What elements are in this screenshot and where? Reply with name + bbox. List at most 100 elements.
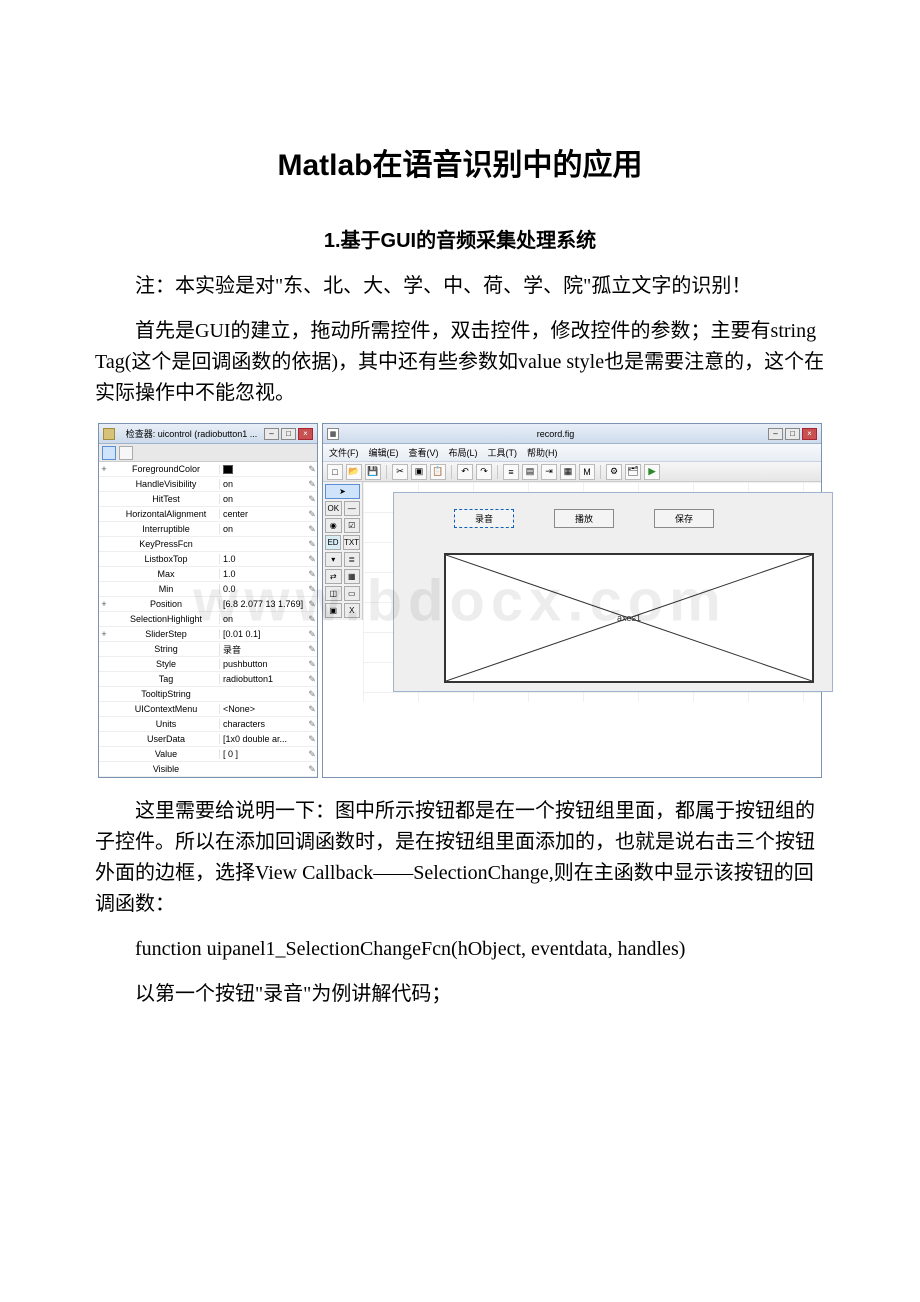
property-row[interactable]: HandleVisibilityon✎ <box>99 477 317 492</box>
cut-icon[interactable]: ✂ <box>392 464 408 480</box>
edit-pencil-icon[interactable]: ✎ <box>307 674 317 685</box>
slider-tool-icon[interactable]: — <box>344 501 361 516</box>
property-row[interactable]: Unitscharacters✎ <box>99 717 317 732</box>
edit-pencil-icon[interactable]: ✎ <box>307 689 317 700</box>
menu-edit[interactable]: 编辑(E) <box>369 446 399 459</box>
new-icon[interactable]: □ <box>327 464 343 480</box>
minimize-icon[interactable]: – <box>264 428 279 440</box>
menu-view[interactable]: 查看(V) <box>409 446 439 459</box>
property-row[interactable]: UserData[1x0 double ar...✎ <box>99 732 317 747</box>
property-value[interactable]: on <box>219 524 307 534</box>
menu-help[interactable]: 帮助(H) <box>527 446 558 459</box>
property-value[interactable]: [0.01 0.1] <box>219 629 307 639</box>
minimize-icon[interactable]: – <box>768 428 783 440</box>
property-value[interactable]: <None> <box>219 704 307 714</box>
buttongroup-tool-icon[interactable]: ▣ <box>325 603 342 618</box>
edit-pencil-icon[interactable]: ✎ <box>307 509 317 520</box>
property-value[interactable]: 1.0 <box>219 569 307 579</box>
popup-tool-icon[interactable]: ▾ <box>325 552 342 567</box>
button-group[interactable]: 录音 播放 保存 <box>454 509 714 528</box>
edit-pencil-icon[interactable]: ✎ <box>307 524 317 535</box>
m-file-icon[interactable]: M <box>579 464 595 480</box>
listbox-tool-icon[interactable]: ≣ <box>344 552 361 567</box>
property-row[interactable]: Stylepushbutton✎ <box>99 657 317 672</box>
property-row[interactable]: Max1.0✎ <box>99 567 317 582</box>
edit-pencil-icon[interactable]: ✎ <box>307 749 317 760</box>
property-value[interactable]: radiobutton1 <box>219 674 307 684</box>
radiobutton-tool-icon[interactable]: ◉ <box>325 518 342 533</box>
axes-tool-icon[interactable]: ◫ <box>325 586 342 601</box>
edit-pencil-icon[interactable]: ✎ <box>307 659 317 670</box>
panel-tool-icon[interactable]: ▭ <box>344 586 361 601</box>
close-icon[interactable]: × <box>802 428 817 440</box>
property-row[interactable]: Value[ 0 ]✎ <box>99 747 317 762</box>
property-row[interactable]: +SliderStep[0.01 0.1]✎ <box>99 627 317 642</box>
property-row[interactable]: UIContextMenu<None>✎ <box>99 702 317 717</box>
edit-tool-icon[interactable]: ED <box>325 535 341 550</box>
property-value[interactable]: [1x0 double ar... <box>219 734 307 744</box>
undo-icon[interactable]: ↶ <box>457 464 473 480</box>
tab-order-icon[interactable]: ⇥ <box>541 464 557 480</box>
property-row[interactable]: Visible✎ <box>99 762 317 777</box>
select-tool-icon[interactable]: ➤ <box>325 484 360 499</box>
toolbar-cat-sort-icon[interactable] <box>102 446 116 460</box>
property-row[interactable]: +Position[6.8 2.077 13 1.769]✎ <box>99 597 317 612</box>
figure-canvas[interactable]: 录音 播放 保存 axes1 <box>363 482 821 620</box>
edit-pencil-icon[interactable]: ✎ <box>307 629 317 640</box>
close-icon[interactable]: × <box>298 428 313 440</box>
property-row[interactable]: Interruptibleon✎ <box>99 522 317 537</box>
redo-icon[interactable]: ↷ <box>476 464 492 480</box>
property-row[interactable]: TooltipString✎ <box>99 687 317 702</box>
property-value[interactable]: 录音 <box>219 643 307 656</box>
color-swatch-icon[interactable] <box>223 465 233 474</box>
table-tool-icon[interactable]: ▦ <box>344 569 361 584</box>
text-tool-icon[interactable]: TXT <box>343 535 360 550</box>
property-value[interactable]: on <box>219 479 307 489</box>
edit-pencil-icon[interactable]: ✎ <box>307 719 317 730</box>
menu-layout[interactable]: 布局(L) <box>449 446 478 459</box>
property-row[interactable]: Min0.0✎ <box>99 582 317 597</box>
run-icon[interactable]: ▶ <box>644 464 660 480</box>
property-row[interactable]: String录音✎ <box>99 642 317 657</box>
save-button[interactable]: 保存 <box>654 509 714 528</box>
edit-pencil-icon[interactable]: ✎ <box>307 764 317 775</box>
property-row[interactable]: SelectionHighlighton✎ <box>99 612 317 627</box>
edit-pencil-icon[interactable]: ✎ <box>307 704 317 715</box>
record-button[interactable]: 录音 <box>454 509 514 528</box>
axes-component[interactable]: axes1 <box>444 553 814 683</box>
property-row[interactable]: +ForegroundColor✎ <box>99 462 317 477</box>
toolbar-editor-icon[interactable]: ▦ <box>560 464 576 480</box>
toggle-tool-icon[interactable]: ⇄ <box>325 569 342 584</box>
property-row[interactable]: KeyPressFcn✎ <box>99 537 317 552</box>
property-value[interactable]: pushbutton <box>219 659 307 669</box>
toolbar-az-sort-icon[interactable] <box>119 446 133 460</box>
edit-pencil-icon[interactable]: ✎ <box>307 569 317 580</box>
property-row[interactable]: Tagradiobutton1✎ <box>99 672 317 687</box>
property-value[interactable]: on <box>219 614 307 624</box>
property-value[interactable]: center <box>219 509 307 519</box>
property-value[interactable] <box>219 465 307 474</box>
edit-pencil-icon[interactable]: ✎ <box>307 599 317 610</box>
property-row[interactable]: HorizontalAlignmentcenter✎ <box>99 507 317 522</box>
maximize-icon[interactable]: □ <box>281 428 296 440</box>
edit-pencil-icon[interactable]: ✎ <box>307 644 317 655</box>
align-icon[interactable]: ≡ <box>503 464 519 480</box>
edit-pencil-icon[interactable]: ✎ <box>307 554 317 565</box>
edit-pencil-icon[interactable]: ✎ <box>307 479 317 490</box>
menu-tools[interactable]: 工具(T) <box>488 446 518 459</box>
property-value[interactable]: [6.8 2.077 13 1.769] <box>219 599 307 609</box>
save-icon[interactable]: 💾 <box>365 464 381 480</box>
edit-pencil-icon[interactable]: ✎ <box>307 494 317 505</box>
edit-pencil-icon[interactable]: ✎ <box>307 584 317 595</box>
property-value[interactable]: characters <box>219 719 307 729</box>
pushbutton-tool-icon[interactable]: OK <box>325 501 342 516</box>
menu-editor-icon[interactable]: ▤ <box>522 464 538 480</box>
paste-icon[interactable]: 📋 <box>430 464 446 480</box>
edit-pencil-icon[interactable]: ✎ <box>307 614 317 625</box>
property-row[interactable]: HitTeston✎ <box>99 492 317 507</box>
maximize-icon[interactable]: □ <box>785 428 800 440</box>
play-button[interactable]: 播放 <box>554 509 614 528</box>
property-value[interactable]: 0.0 <box>219 584 307 594</box>
checkbox-tool-icon[interactable]: ☑ <box>344 518 361 533</box>
property-value[interactable]: [ 0 ] <box>219 749 307 759</box>
